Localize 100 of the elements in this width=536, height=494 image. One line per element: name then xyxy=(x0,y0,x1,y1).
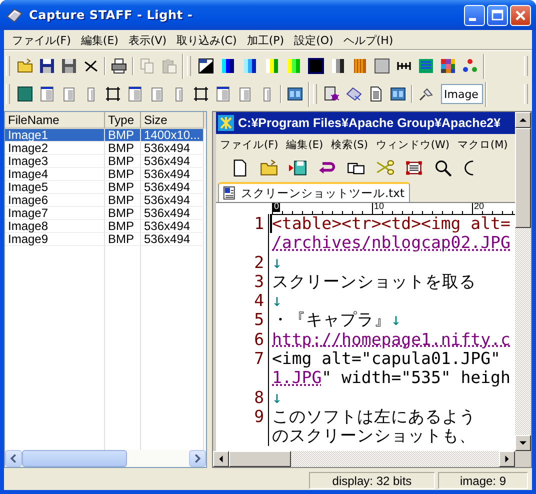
contrast-icon[interactable] xyxy=(198,58,214,74)
table-cell: Image2 xyxy=(5,142,105,155)
table-cell: Image1 xyxy=(5,129,105,142)
color-swatch-icon[interactable] xyxy=(264,58,280,74)
table-cell: 1400x10... xyxy=(141,129,204,142)
code-line: ・『キャプラ』↓ xyxy=(272,310,401,330)
list-row[interactable]: Image5 BMP 536x494 xyxy=(5,181,206,194)
blank-page-icon[interactable] xyxy=(231,158,249,176)
scroll-down-button[interactable] xyxy=(515,435,531,451)
floppy-icon[interactable] xyxy=(61,58,77,74)
panel-icon[interactable] xyxy=(17,86,33,102)
list-row[interactable]: Image2 BMP 536x494 xyxy=(5,142,206,155)
minimize-icon xyxy=(469,18,476,20)
menu-item[interactable]: マクロ(M) xyxy=(454,138,512,152)
dots-icon[interactable] xyxy=(462,58,478,74)
selection-frame-icon[interactable] xyxy=(405,158,423,176)
code-line: <table><tr><td><img alt= xyxy=(270,214,510,234)
table-cell: 536x494 xyxy=(141,194,204,207)
line-number: 8 xyxy=(216,388,269,407)
window-icon[interactable] xyxy=(39,86,55,102)
gradient-icon[interactable] xyxy=(330,58,346,74)
table-cell: Image8 xyxy=(5,220,105,233)
scroll-up-button[interactable] xyxy=(515,112,531,128)
floppy-icon[interactable] xyxy=(39,58,55,74)
window-title: Capture STAFF - Light - xyxy=(29,8,194,22)
code-line: http://homepage1.nifty.c xyxy=(272,330,510,350)
status-text: image: 9 xyxy=(438,472,528,488)
menu-item[interactable]: ウィンドウ(W) xyxy=(372,138,454,152)
list-row[interactable]: Image9 BMP 536x494 xyxy=(5,233,206,246)
list-row[interactable]: Image3 BMP 536x494 xyxy=(5,155,206,168)
document-icon[interactable] xyxy=(368,86,384,102)
striped-bars-icon[interactable] xyxy=(418,58,434,74)
code-line: ↓ xyxy=(272,252,282,272)
code-line: <img alt="capula01.JPG" xyxy=(272,349,500,368)
maximize-button[interactable] xyxy=(487,4,508,26)
table-cell: Image5 xyxy=(5,181,105,194)
app-icon xyxy=(6,6,23,24)
scissors-icon[interactable] xyxy=(376,158,394,176)
folder-icon[interactable] xyxy=(17,58,33,74)
list-row[interactable]: Image8 BMP 536x494 xyxy=(5,220,206,233)
table-cell: Image9 xyxy=(5,233,105,246)
cross-icon[interactable] xyxy=(83,58,99,74)
tilted-card-icon[interactable] xyxy=(346,86,362,102)
save-icon[interactable] xyxy=(289,158,307,176)
folder-icon[interactable] xyxy=(260,158,278,176)
color-swatch-icon[interactable] xyxy=(286,58,302,74)
table-cell: Image6 xyxy=(5,194,105,207)
list-row[interactable]: Image6 BMP 536x494 xyxy=(5,194,206,207)
color-swatch-icon[interactable] xyxy=(220,58,236,74)
table-cell: Image7 xyxy=(5,207,105,220)
search-icon[interactable] xyxy=(434,158,452,176)
table-cell: BMP xyxy=(105,233,141,246)
list-row[interactable]: Image1 BMP 1400x10... xyxy=(5,129,206,142)
minimize-button[interactable] xyxy=(464,4,485,26)
menu-item[interactable]: 加工(P) xyxy=(242,32,290,48)
list-row[interactable]: Image4 BMP 536x494 xyxy=(5,168,206,181)
frame-icon[interactable] xyxy=(105,86,121,102)
tile-icon[interactable] xyxy=(287,86,303,102)
window-icon[interactable] xyxy=(127,86,143,102)
square-icon[interactable] xyxy=(374,58,390,74)
table-cell: 536x494 xyxy=(141,233,204,246)
list-row[interactable]: Image7 BMP 536x494 xyxy=(5,207,206,220)
menu-item[interactable]: ファイル(F) xyxy=(216,138,282,152)
code-line: ↓ xyxy=(272,291,282,310)
table-cell: Image4 xyxy=(5,168,105,181)
table-cell: BMP xyxy=(105,194,141,207)
code-line: ↓ xyxy=(272,388,282,407)
table-cell: 536x494 xyxy=(141,220,204,233)
mosaic-icon[interactable] xyxy=(440,58,456,74)
code-line: のスクリーンショットも、 xyxy=(272,426,476,446)
menu-item[interactable]: 検索(S) xyxy=(327,138,372,152)
page-with-bug-icon[interactable] xyxy=(324,86,340,102)
window-icon[interactable] xyxy=(215,86,231,102)
frame-icon[interactable] xyxy=(193,86,209,102)
table-cell: BMP xyxy=(105,129,141,142)
menu-item[interactable]: 表示(V) xyxy=(123,32,172,48)
ruler-label: 20 xyxy=(472,203,486,212)
printer-icon[interactable] xyxy=(111,58,127,74)
scrollbar-corner xyxy=(515,451,531,467)
close-button[interactable] xyxy=(510,4,531,26)
tile-icon[interactable] xyxy=(390,86,406,102)
name-field[interactable]: Image xyxy=(441,84,483,104)
file-tab[interactable]: スクリーンショットツール.txt xyxy=(218,182,410,202)
line-number: 6 xyxy=(216,330,269,350)
menu-item[interactable]: 設定(O) xyxy=(289,32,338,48)
vertical-scrollbar[interactable] xyxy=(515,112,531,451)
stripes-icon[interactable] xyxy=(352,58,368,74)
menu-item[interactable]: 取り込み(C) xyxy=(172,32,242,48)
table-cell: BMP xyxy=(105,142,141,155)
table-cell: 536x494 xyxy=(141,168,204,181)
table-cell: Image3 xyxy=(5,155,105,168)
menu-item[interactable]: ファイル(F) xyxy=(7,32,76,48)
dither-icon[interactable] xyxy=(242,58,258,74)
scroll-thumb[interactable] xyxy=(22,450,127,467)
pushpin-icon[interactable] xyxy=(418,86,434,102)
horizontal-scrollbar[interactable] xyxy=(5,450,206,467)
menu-item[interactable]: ヘルプ(H) xyxy=(338,32,398,48)
menu-item[interactable]: 編集(E) xyxy=(282,138,328,152)
line-number: 3 xyxy=(216,272,269,292)
menu-item[interactable]: 編集(E) xyxy=(76,32,124,48)
